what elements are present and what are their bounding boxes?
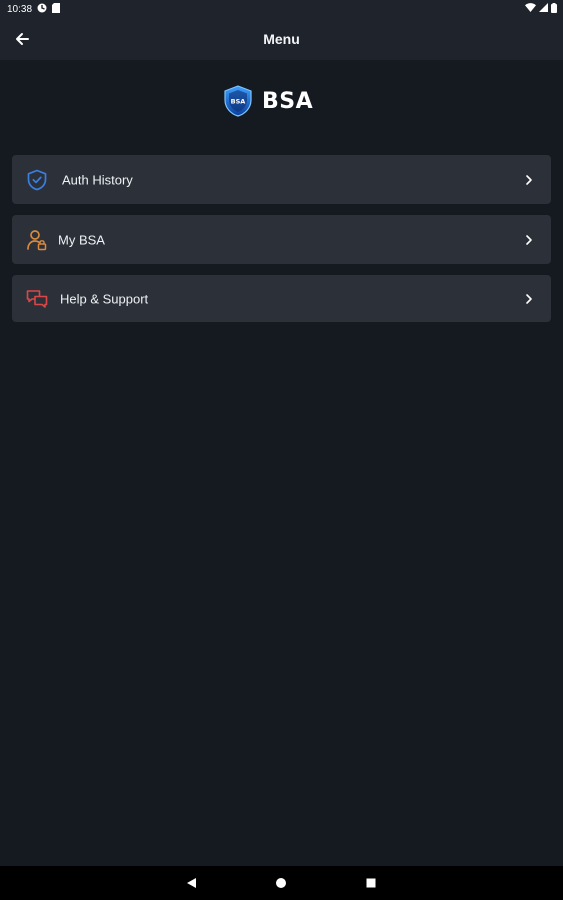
nav-back-button[interactable] xyxy=(184,876,198,890)
home-circle-icon xyxy=(276,878,286,888)
arrow-left-icon xyxy=(16,33,29,45)
chevron-right-icon xyxy=(526,174,532,185)
menu-item-label: Help & Support xyxy=(60,291,149,306)
notification-app-icon xyxy=(37,3,47,16)
user-lock-icon xyxy=(27,229,47,250)
menu-item-label: Auth History xyxy=(62,172,133,187)
chat-bubbles-icon xyxy=(26,289,48,308)
app-bar: Menu xyxy=(0,18,563,60)
chevron-right-icon xyxy=(526,234,532,245)
brand-logo: BSA BSA xyxy=(221,84,313,118)
sd-card-icon xyxy=(52,2,61,16)
chevron-right-icon xyxy=(526,293,532,304)
nav-recents-button[interactable] xyxy=(364,876,378,890)
menu-item-help-support[interactable]: Help & Support xyxy=(12,275,551,322)
brand-name: BSA xyxy=(262,88,314,114)
wifi-icon xyxy=(525,3,536,15)
menu-item-label: My BSA xyxy=(58,232,105,247)
shield-logo-text: BSA xyxy=(231,98,246,106)
system-nav-bar xyxy=(0,866,563,900)
status-time: 10:38 xyxy=(7,3,33,15)
nav-home-button[interactable] xyxy=(274,876,288,890)
menu-item-my-bsa[interactable]: My BSA xyxy=(12,215,551,264)
status-bar: 10:38 xyxy=(0,0,563,18)
page-title: Menu xyxy=(263,31,300,47)
menu-item-auth-history[interactable]: Auth History xyxy=(12,155,551,204)
back-button[interactable] xyxy=(10,27,34,51)
shield-check-icon xyxy=(27,169,47,190)
recents-square-icon xyxy=(366,878,376,888)
shield-logo-icon: BSA xyxy=(224,85,252,117)
back-triangle-icon xyxy=(187,878,196,888)
battery-icon xyxy=(551,2,557,16)
signal-icon xyxy=(539,3,548,15)
